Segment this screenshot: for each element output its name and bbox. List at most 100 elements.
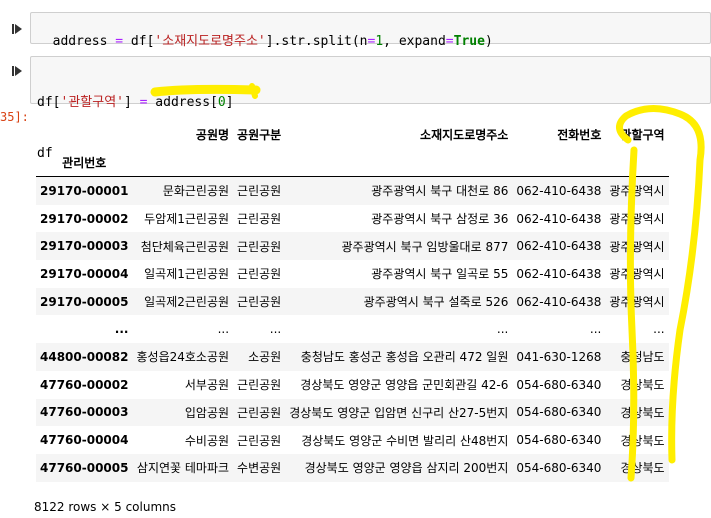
row-index: 47760-00003 (40, 405, 129, 420)
table-cell: 충청남도 (620, 350, 665, 365)
code-token: True (453, 34, 485, 49)
table-cell: ... (269, 322, 282, 337)
run-cell-1-button[interactable] (12, 22, 24, 36)
table-row: 44800-00082 홍성읍24호소공원 소공원 충청남도 홍성군 홍성읍 오관리 … (36, 343, 669, 371)
table-cell: 경상북도 (620, 461, 665, 476)
table-cell: 근린공원 (237, 433, 282, 448)
table-cell: 두암제1근린공원 (144, 212, 230, 227)
table-cell: 광주광역시 북구 일곡로 55 (371, 267, 509, 282)
table-cell: 근린공원 (237, 267, 282, 282)
table-cell: 경상북도 (620, 433, 665, 448)
table-cell: 근린공원 (237, 239, 282, 254)
table-cell: 충청남도 홍성군 홍성읍 오관리 472 일원 (300, 350, 509, 365)
row-index: 29170-00004 (40, 266, 129, 281)
table-row: 29170-00004 일곡제1근린공원 근린공원 광주광역시 북구 일곡로 55 06… (36, 260, 669, 288)
code-token: 1 (375, 34, 384, 49)
table-cell: 062-410-6438 (516, 239, 602, 254)
index-name: 관리번호 (36, 148, 133, 177)
output-prompt: 35]: (0, 110, 29, 124)
table-cell: 광주광역시 북구 삼정로 36 (371, 212, 509, 227)
table-cell: 소공원 (248, 350, 282, 365)
code-cell-2[interactable]: df['관할구역'] = address[0] df (30, 56, 711, 161)
code-token: = (115, 34, 124, 49)
table-cell: 홍성읍24호소공원 (136, 350, 230, 365)
code-token: ] (225, 95, 234, 110)
row-index: ... (114, 322, 129, 337)
row-index: 29170-00002 (40, 211, 129, 226)
table-cell: 광주광역시 북구 설죽로 526 (363, 295, 509, 310)
code-token: '관할구역' (60, 95, 124, 110)
table-cell: 광주광역시 북구 대천로 86 (371, 184, 509, 199)
table-cell: 근린공원 (237, 212, 282, 227)
table-cell: 문화근린공원 (162, 184, 230, 199)
code-cell-1[interactable]: address = df['소재지도로명주소'].str.split(n = 1, … (30, 12, 711, 49)
column-header[interactable]: 전화번호 (512, 120, 605, 148)
column-header[interactable]: 공원구분 (233, 120, 285, 148)
code-token: address[ (147, 95, 218, 110)
run-icon (12, 66, 22, 76)
table-cell: 근린공원 (237, 295, 282, 310)
table-row: 29170-00005 일곡제2근린공원 근린공원 광주광역시 북구 설죽로 526 0… (36, 287, 669, 316)
dataframe-table: 공원명 공원구분 소재지도로명주소 전화번호 관할구역 관리번호 29170-0… (36, 120, 669, 482)
table-cell: 062-410-6438 (516, 211, 602, 226)
code-token: address (52, 34, 116, 49)
table-cell: 광주광역시 북구 임방울대로 877 (341, 239, 509, 254)
dataframe-shape: 8122 rows × 5 columns (34, 500, 176, 514)
column-header[interactable]: 소재지도로명주소 (285, 120, 512, 148)
table-cell: 054-680-6340 (516, 405, 602, 420)
table-cell: 서부공원 (184, 378, 230, 393)
table-cell: 경상북도 영양군 수비면 발리리 산48번지 (301, 433, 509, 448)
table-cell: 근린공원 (237, 405, 282, 420)
code-line-1: df['관할구역'] = address[0] (37, 94, 704, 111)
table-row: 29170-00003 첨단체육근린공원 근린공원 광주광역시 북구 임방울대로 87… (36, 232, 669, 261)
table-cell: 054-680-6340 (516, 460, 602, 475)
row-index: 29170-00003 (40, 239, 129, 254)
table-cell: 경상북도 영양군 영양읍 삼지리 200번지 (304, 461, 509, 476)
table-cell: 근린공원 (237, 184, 282, 199)
code-token: , expand (383, 34, 446, 49)
table-cell: 경상북도 (620, 378, 665, 393)
code-token: ] (123, 95, 140, 110)
row-index: 47760-00005 (40, 460, 129, 475)
header-row: 공원명 공원구분 소재지도로명주소 전화번호 관할구역 (36, 120, 669, 148)
run-cell-2-button[interactable] (12, 64, 24, 78)
table-cell: 광주광역시 (609, 212, 665, 227)
table-cell: 041-630-1268 (516, 349, 602, 364)
row-index: 47760-00002 (40, 377, 129, 392)
column-header[interactable]: 관할구역 (605, 120, 668, 148)
table-row: 29170-00002 두암제1근린공원 근린공원 광주광역시 북구 삼정로 36 06… (36, 205, 669, 233)
code-token: ) (484, 34, 493, 49)
row-index: 47760-00004 (40, 433, 129, 448)
table-cell: ... (653, 322, 665, 337)
row-index: 29170-00005 (40, 294, 129, 309)
code-token: = (445, 34, 454, 49)
table-cell: 광주광역시 (609, 184, 665, 199)
table-cell: 경상북도 (620, 405, 665, 420)
row-index: 44800-00082 (40, 349, 129, 364)
table-cell: 경상북도 영양군 입암면 신구리 산27-5번지 (289, 405, 509, 420)
table-cell: ... (496, 322, 509, 337)
table-cell: 광주광역시 (609, 267, 665, 282)
run-icon (12, 24, 22, 34)
table-cell: 근린공원 (237, 378, 282, 393)
table-cell: 수변공원 (237, 461, 282, 476)
index-header-spacer (36, 120, 132, 148)
table-cell: 054-680-6340 (516, 377, 602, 392)
table-cell: 062-410-6438 (516, 294, 602, 309)
index-name-row: 관리번호 (36, 148, 669, 177)
table-cell: 054-680-6340 (516, 433, 602, 448)
table-cell: 일곡제2근린공원 (144, 295, 230, 310)
table-row: 47760-00003 입암공원 근린공원 경상북도 영양군 입암면 신구리 산27-… (36, 398, 669, 427)
table-cell: 062-410-6438 (516, 183, 602, 198)
column-header[interactable]: 공원명 (132, 120, 233, 148)
table-cell: ... (217, 322, 230, 337)
table-cell: 062-410-6438 (516, 266, 602, 281)
table-cell: 경상북도 영양군 영양읍 군민회관길 42-6 (300, 378, 509, 393)
code-token: df[ (123, 34, 155, 49)
code-token: 0 (217, 95, 226, 110)
table-cell: 광주광역시 (609, 295, 665, 310)
table-cell: 수비공원 (184, 433, 230, 448)
table-row: 29170-00001 문화근린공원 근린공원 광주광역시 북구 대천로 86 062-… (36, 176, 669, 205)
table-cell: 입암공원 (184, 405, 230, 420)
table-cell: 일곡제1근린공원 (144, 267, 230, 282)
